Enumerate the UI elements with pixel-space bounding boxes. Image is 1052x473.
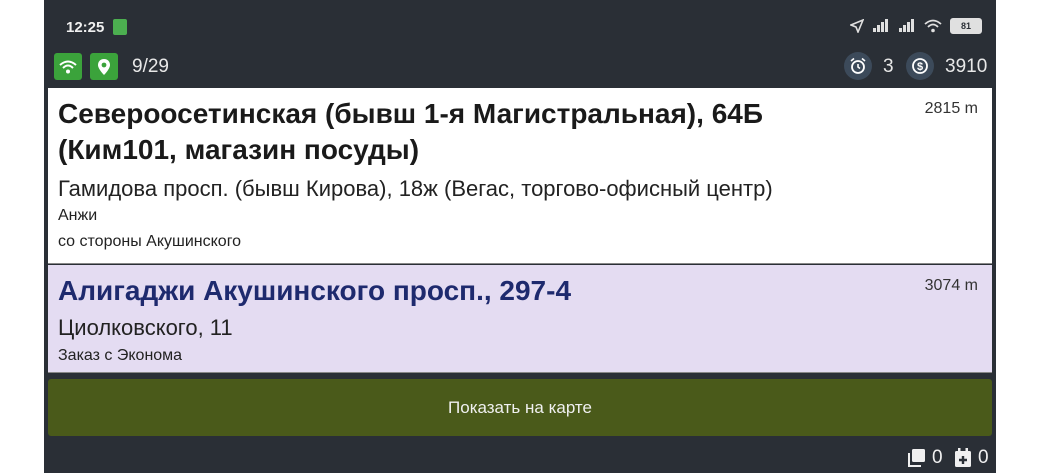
bottom-bar: 0 0 [44,443,996,473]
balance-icon[interactable]: $ [906,52,934,80]
battery-icon: 81 [950,18,982,34]
order-pickup-address: Алигаджи Акушинского просп., 297-4 [58,275,572,306]
order-note: Заказ с Эконома [58,347,183,364]
order-distance: 2815 m [924,100,978,117]
show-on-map-button[interactable]: Показать на карте [48,379,992,436]
order-destination: Гамидова просп. (бывш Кирова), 18ж (Вега… [58,176,773,201]
order-card[interactable]: Североосетинская (бывш 1-я Магистральная… [48,88,992,264]
alarm-clock-icon[interactable] [844,52,872,80]
timer-count: 3 [883,56,894,77]
status-time: 12:25 [66,19,105,36]
gps-status-icon[interactable] [90,53,118,80]
wifi-status-icon[interactable] [54,53,82,80]
calendar-add-icon [955,448,971,467]
order-counter: 9/29 [132,56,169,77]
svg-text:$: $ [917,61,923,73]
order-note: Анжи [58,207,98,224]
added-indicator[interactable]: 0 [954,447,989,469]
order-card-selected[interactable]: Алигаджи Акушинского просп., 297-4 3074 … [48,265,992,373]
top-bar: 9/29 3 $ 3910 [44,50,996,84]
copy-icon [908,449,925,467]
added-count: 0 [978,447,989,468]
system-icons: 81 [850,18,982,34]
copies-indicator[interactable]: 0 [906,447,943,469]
status-bar: 12:25 81 [44,0,996,46]
order-distance: 3074 m [924,277,978,294]
balance-value: 3910 [945,56,988,77]
order-pickup-address: Североосетинская (бывш 1-я Магистральная… [58,98,763,165]
wifi-icon [924,19,942,33]
copies-count: 0 [932,447,943,468]
order-note: со стороны Акушинского [58,233,242,250]
app-screen: 12:25 81 9/29 3 $ 3910 Североосетинская … [44,0,996,473]
order-destination: Циолковского, 11 [58,315,233,340]
notification-icon [113,19,127,35]
location-arrow-icon [850,19,864,33]
signal-icon [873,19,888,32]
signal-icon-2 [899,19,914,32]
